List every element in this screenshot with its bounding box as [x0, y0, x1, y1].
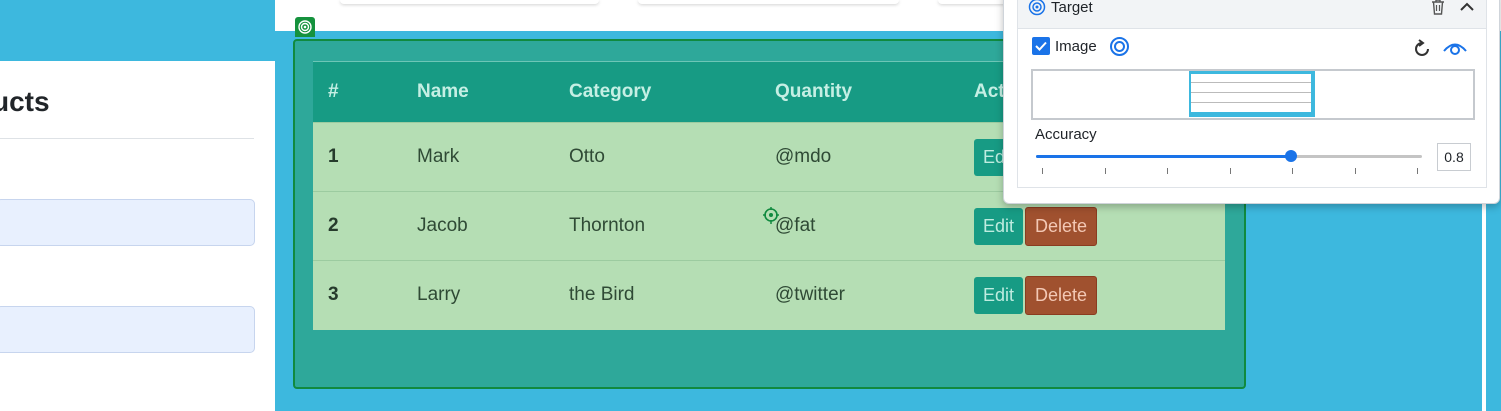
accuracy-slider-fill [1036, 155, 1291, 158]
row-name: Mark [417, 146, 460, 167]
row-quantity: @fat [775, 215, 816, 236]
slider-tick [1417, 168, 1418, 174]
delete-button[interactable]: Delete [1025, 275, 1098, 315]
table-row: 3 Larry the Bird @twitter Edit Delete [313, 260, 1225, 330]
row-category: Otto [569, 146, 605, 167]
crosshair-icon [763, 207, 779, 224]
slider-tick [1104, 168, 1106, 174]
selection-target-marker [295, 17, 315, 37]
row-quantity: @twitter [775, 284, 845, 306]
target-icon [1028, 0, 1046, 16]
accuracy-value-input[interactable]: 0.8 [1437, 143, 1471, 171]
image-preview [1031, 69, 1475, 120]
row-quantity: @mdo [775, 146, 832, 167]
top-card [340, 0, 599, 4]
target-section-header[interactable]: Target [1018, 0, 1486, 29]
target-icon [298, 20, 312, 34]
row-actions: Edit Delete [974, 261, 1225, 330]
slider-tick [1167, 168, 1168, 174]
accuracy-slider-track[interactable] [1036, 155, 1422, 158]
thumbnail-table [1191, 74, 1311, 112]
image-checkbox-label: Image [1055, 38, 1097, 55]
row-name: Jacob [417, 215, 468, 236]
refresh-icon[interactable] [1411, 38, 1433, 60]
column-header-quantity: Quantity [775, 81, 853, 102]
chevron-up-icon[interactable] [1458, 0, 1476, 16]
row-number: 2 [328, 215, 339, 236]
row-name: Larry [417, 284, 461, 306]
slider-tick [1042, 168, 1043, 174]
row-number: 1 [328, 146, 339, 167]
accuracy-slider-thumb[interactable] [1284, 150, 1297, 162]
form-title: ucts [0, 86, 50, 117]
slider-tick [1229, 168, 1231, 174]
edit-button[interactable]: Edit [974, 207, 1024, 245]
product-name-input[interactable] [0, 199, 255, 246]
target-section-title: Target [1051, 0, 1093, 16]
top-card [938, 0, 1008, 4]
eye-icon[interactable] [1442, 38, 1468, 58]
form-divider [0, 138, 254, 139]
top-card [638, 0, 899, 4]
target-icon[interactable] [1109, 36, 1130, 57]
thumbnail-row-line [1191, 102, 1311, 103]
row-category: Thornton [569, 215, 646, 236]
thumbnail-row-line [1191, 92, 1311, 93]
slider-tick [1292, 168, 1293, 174]
trash-icon[interactable] [1430, 0, 1446, 16]
product-category-input[interactable] [0, 306, 255, 353]
slider-tick [1354, 168, 1356, 174]
accuracy-label: Accuracy [1035, 126, 1097, 143]
edit-button[interactable]: Edit [974, 276, 1024, 314]
window-edge [1482, 190, 1486, 411]
row-number: 3 [328, 284, 339, 306]
column-header-category: Category [569, 81, 652, 102]
target-panel: Target Image Accuracy 0.8 [1003, 0, 1500, 204]
image-checkbox[interactable] [1032, 37, 1050, 55]
delete-button[interactable]: Delete [1025, 206, 1098, 246]
column-header-name: Name [417, 81, 469, 102]
checkmark-icon [1035, 41, 1047, 51]
target-section: Target Image Accuracy 0.8 [1017, 0, 1487, 188]
thumbnail-row-line [1191, 82, 1311, 83]
column-header-number: # [328, 81, 339, 102]
row-category: the Bird [569, 284, 635, 306]
image-preview-thumbnail [1189, 71, 1315, 117]
